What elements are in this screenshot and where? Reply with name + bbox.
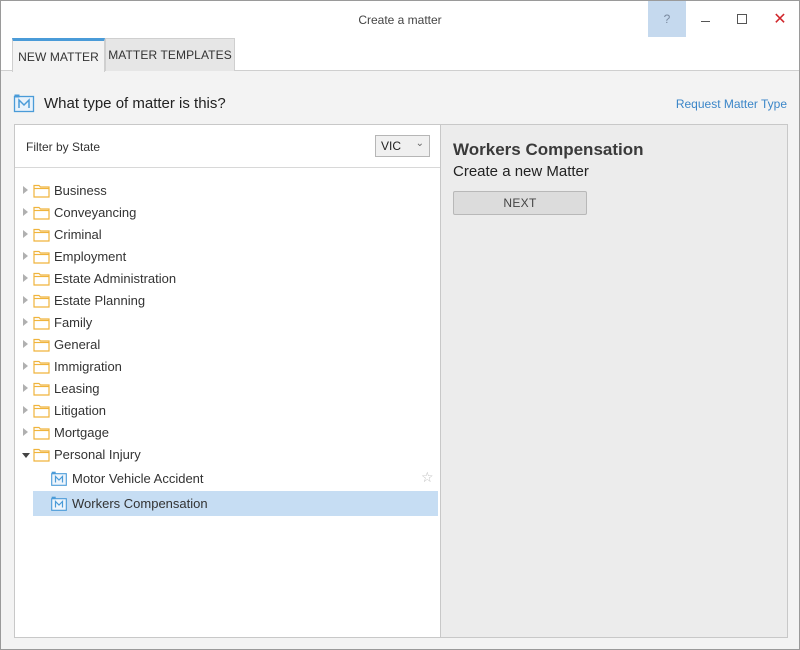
help-button[interactable]: ?	[648, 1, 686, 37]
maximize-button[interactable]	[723, 1, 761, 37]
tree-item-general[interactable]: General	[15, 334, 440, 356]
matter-icon	[13, 94, 35, 113]
tab-new-matter[interactable]: NEW MATTER	[12, 38, 105, 72]
tree-item-family[interactable]: Family	[15, 312, 440, 334]
selected-matter-subtitle: Create a new Matter	[453, 163, 589, 180]
filter-label: Filter by State	[26, 140, 101, 154]
state-value: VIC	[381, 139, 402, 153]
help-icon: ?	[663, 12, 671, 26]
folder-icon	[33, 206, 50, 220]
folder-icon	[33, 316, 50, 330]
folder-icon	[33, 382, 50, 396]
matter-type-icon	[51, 471, 67, 486]
tree-item-business[interactable]: Business	[15, 180, 440, 202]
page-question: What type of matter is this?	[44, 95, 226, 112]
expand-arrow-icon[interactable]	[23, 362, 28, 370]
tree-item-immigration[interactable]: Immigration	[15, 356, 440, 378]
tree-item-label: Employment	[54, 249, 127, 264]
folder-icon	[33, 184, 50, 198]
tree-item-label: Estate Planning	[54, 293, 146, 308]
folder-icon	[33, 360, 50, 374]
folder-icon	[33, 404, 50, 418]
tree-item-label: Workers Compensation	[72, 496, 208, 511]
tree-item-label: Leasing	[54, 381, 100, 396]
tree-item-label: Immigration	[54, 359, 122, 374]
tree-item-employment[interactable]: Employment	[15, 246, 440, 268]
tree-item-estate-administration[interactable]: Estate Administration	[15, 268, 440, 290]
folder-icon	[33, 250, 50, 264]
tree-item-conveyancing[interactable]: Conveyancing	[15, 202, 440, 224]
tree-item-label: Family	[54, 315, 93, 330]
next-button[interactable]: NEXT	[453, 191, 587, 215]
expand-arrow-icon[interactable]	[23, 252, 28, 260]
tree-item-label: General	[54, 337, 101, 352]
tree-item-label: Litigation	[54, 403, 107, 418]
minimize-button[interactable]	[686, 1, 724, 37]
matter-type-panel: Filter by State VIC ⌄ Business Conveyanc…	[14, 124, 441, 638]
folder-icon	[33, 228, 50, 242]
matter-type-tree: Business Conveyancing Criminal Employmen…	[15, 180, 440, 516]
minimize-icon	[700, 20, 710, 22]
expand-arrow-icon[interactable]	[23, 208, 28, 216]
tree-item-leasing[interactable]: Leasing	[15, 378, 440, 400]
folder-icon	[33, 272, 50, 286]
tab-matter-templates[interactable]: MATTER TEMPLATES	[105, 38, 235, 71]
request-matter-type-link[interactable]: Request Matter Type	[676, 97, 787, 111]
expand-arrow-icon[interactable]	[23, 340, 28, 348]
collapse-arrow-icon[interactable]	[22, 453, 30, 458]
folder-icon	[33, 338, 50, 352]
favorite-star-icon[interactable]: ☆	[421, 469, 434, 486]
folder-open-icon	[33, 448, 50, 462]
create-matter-window: Create a matter ? ✕ NEW MATTER MATTER TE…	[0, 0, 800, 650]
selected-matter-title: Workers Compensation	[453, 140, 644, 159]
tree-item-mortgage[interactable]: Mortgage	[15, 422, 440, 444]
tree-item-label: Estate Administration	[54, 271, 177, 286]
tree-item-label: Business	[54, 183, 107, 198]
state-select[interactable]: VIC ⌄	[375, 135, 430, 157]
title-bar: Create a matter ? ✕	[1, 1, 799, 37]
maximize-icon	[737, 14, 747, 24]
filter-row: Filter by State VIC ⌄	[15, 125, 440, 168]
matter-detail-panel: Workers Compensation Create a new Matter…	[440, 124, 788, 638]
expand-arrow-icon[interactable]	[23, 406, 28, 414]
matter-type-icon	[51, 496, 67, 511]
tree-item-workers-compensation[interactable]: Workers Compensation	[33, 491, 438, 516]
folder-icon	[33, 294, 50, 308]
tree-item-label: Conveyancing	[54, 205, 137, 220]
tree-item-estate-planning[interactable]: Estate Planning	[15, 290, 440, 312]
expand-arrow-icon[interactable]	[23, 274, 28, 282]
tree-item-criminal[interactable]: Criminal	[15, 224, 440, 246]
tree-item-litigation[interactable]: Litigation	[15, 400, 440, 422]
close-button[interactable]: ✕	[761, 1, 799, 37]
tree-item-label: Personal Injury	[54, 447, 141, 462]
folder-icon	[33, 426, 50, 440]
expand-arrow-icon[interactable]	[23, 296, 28, 304]
tree-item-personal-injury[interactable]: Personal Injury	[15, 444, 440, 466]
tree-item-label: Motor Vehicle Accident	[72, 471, 204, 486]
chevron-down-icon: ⌄	[415, 138, 424, 149]
tree-item-label: Criminal	[54, 227, 102, 242]
expand-arrow-icon[interactable]	[23, 318, 28, 326]
close-icon: ✕	[773, 11, 787, 28]
expand-arrow-icon[interactable]	[23, 230, 28, 238]
tree-item-motor-vehicle-accident[interactable]: Motor Vehicle Accident ☆	[15, 466, 440, 491]
tree-item-label: Mortgage	[54, 425, 109, 440]
tab-bar: NEW MATTER MATTER TEMPLATES	[1, 37, 799, 72]
expand-arrow-icon[interactable]	[23, 186, 28, 194]
expand-arrow-icon[interactable]	[23, 384, 28, 392]
expand-arrow-icon[interactable]	[23, 428, 28, 436]
